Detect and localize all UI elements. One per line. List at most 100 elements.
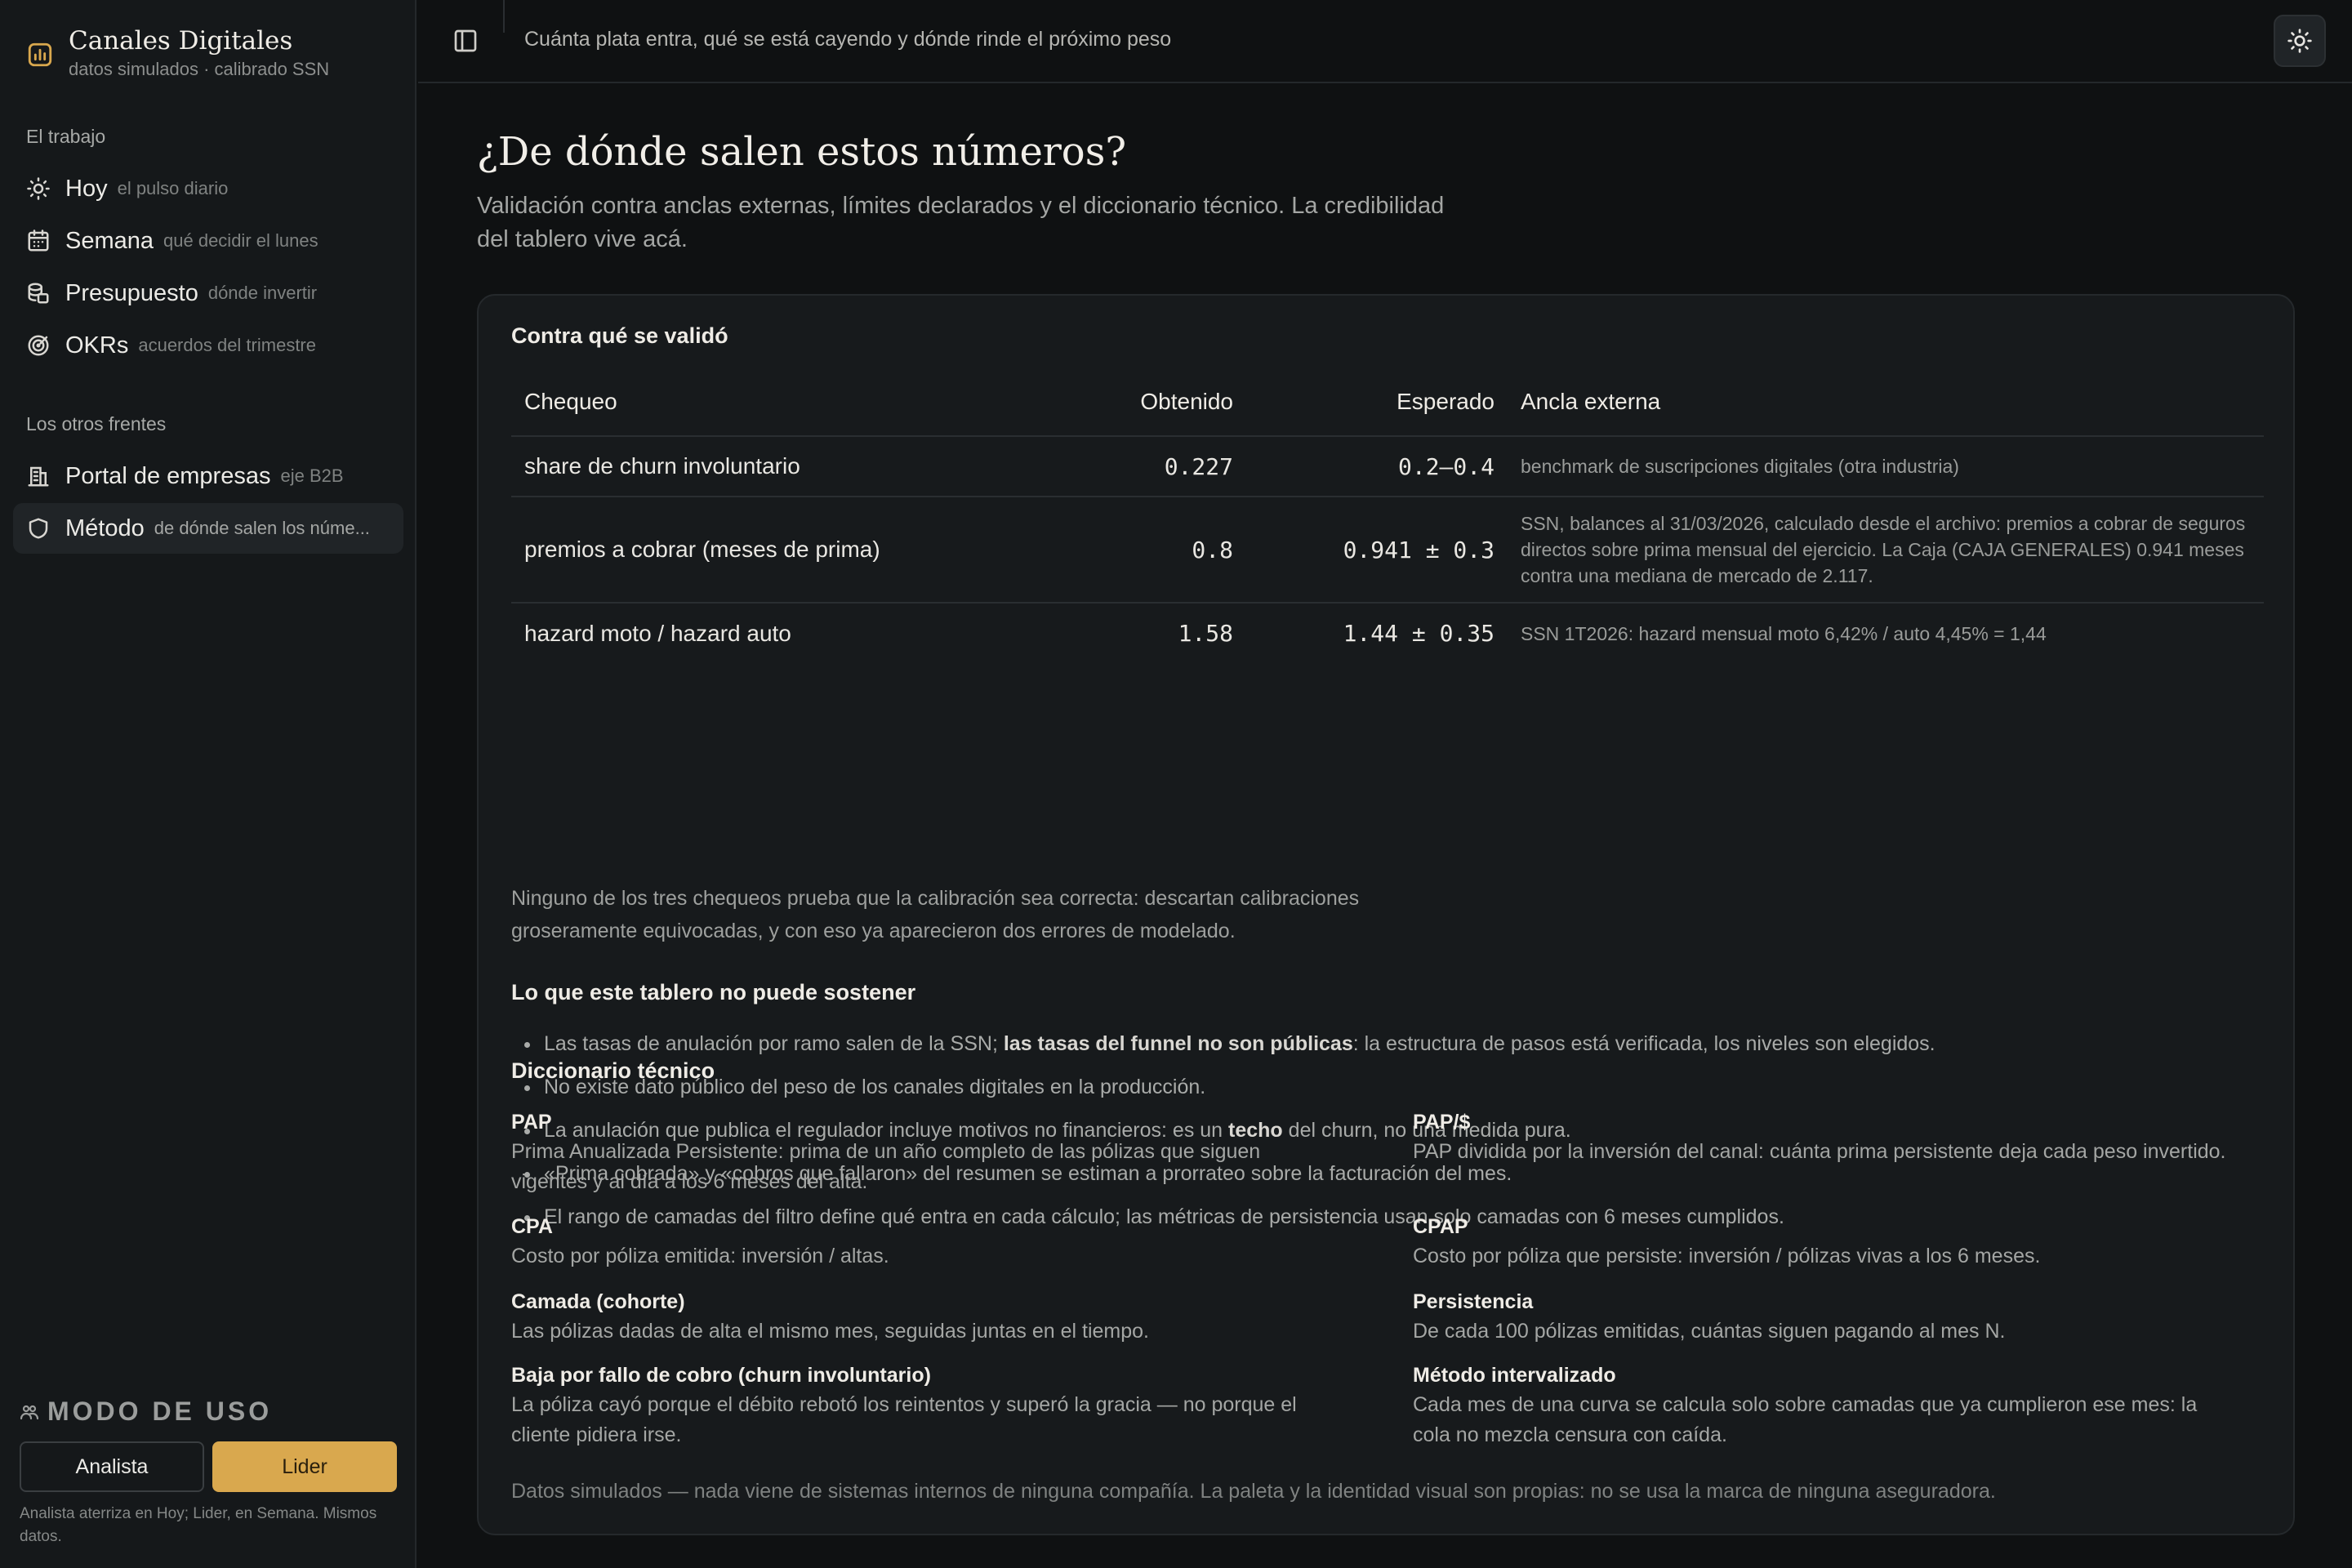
dictionary-term: Baja por fallo de cobro (churn involunta… [511, 1361, 1336, 1450]
check-anchor: SSN, balances al 31/03/2026, calculado d… [1508, 497, 2264, 604]
dictionary-term: PAP/$ PAP dividida por la inversión del … [1413, 1107, 2278, 1167]
term-title: Camada (cohorte) [511, 1290, 685, 1313]
check-expected: 1.44 ± 0.35 [1343, 620, 1494, 647]
list-item: No existe dato público del peso de los c… [511, 1066, 1936, 1109]
check-obtained: 0.8 [1099, 497, 1246, 604]
chart-logo-icon [28, 42, 52, 67]
footer-note: Datos simulados — nada viene de sistemas… [511, 1480, 1996, 1503]
shield-icon [29, 518, 48, 539]
limit-text-end: : la estructura de pasos está verificada… [1352, 1032, 1936, 1055]
sidebar-item-okrs[interactable]: OKRs acuerdos del trimestre [13, 320, 403, 371]
sidebar-item-hint: de dónde salen los núme... [154, 518, 370, 538]
check-expected: 0.2–0.4 [1246, 436, 1508, 497]
sun-icon [2287, 29, 2312, 53]
theme-toggle-button[interactable] [2274, 15, 2326, 67]
col-header-obtained: Obtenido [1099, 368, 1246, 437]
sidebar-item-presupuesto[interactable]: Presupuesto dónde invertir [13, 268, 403, 318]
sidebar-item-label: Presupuesto [65, 279, 198, 306]
section-label-work: El trabajo [26, 126, 106, 147]
topbar-tagline: Cuánta plata entra, qué se está cayendo … [524, 28, 1172, 51]
col-header-check: Chequeo [511, 368, 1099, 437]
sun-icon [27, 177, 50, 200]
app-subtitle: datos simulados · calibrado SSN [69, 59, 330, 79]
sidebar-item-hint: qué decidir el lunes [163, 230, 318, 251]
term-definition: La póliza cayó porque el débito rebotó l… [511, 1393, 1297, 1446]
method-card: Contra qué se validó Chequeo Obtenido Es… [477, 294, 2295, 1535]
term-definition: Las pólizas dadas de alta el mismo mes, … [511, 1320, 1149, 1343]
check-name: premios a cobrar (meses de prima) [511, 497, 1099, 604]
dictionary-term: Método intervalizado Cada mes de una cur… [1413, 1361, 2238, 1450]
mode-title: MODO DE USO [20, 1396, 272, 1427]
app-title: Canales Digitales [69, 26, 293, 56]
term-title: Persistencia [1413, 1290, 1534, 1313]
dictionary-term: CPAP Costo por póliza que persiste: inve… [1413, 1212, 2238, 1272]
dictionary-heading: Diccionario técnico [511, 1058, 715, 1083]
sidebar-item-label: OKRs [65, 332, 129, 359]
term-definition: Costo por póliza que persiste: inversión… [1413, 1245, 2041, 1267]
sidebar-item-hint: el pulso diario [117, 178, 229, 198]
check-anchor: benchmark de suscripciones digitales (ot… [1508, 436, 2264, 497]
dictionary-term: Camada (cohorte) Las pólizas dadas de al… [511, 1287, 1336, 1347]
sidebar-item-hoy[interactable]: Hoy el pulso diario [13, 163, 403, 214]
target-icon [28, 335, 49, 356]
dictionary-term: PAP Prima Anualizada Persistente: prima … [511, 1107, 1336, 1197]
table-row: hazard moto / hazard auto 1.58 1.44 ± 0.… [511, 603, 2264, 663]
sidebar: Canales Digitales datos simulados · cali… [0, 0, 416, 1568]
check-obtained: 0.227 [1099, 436, 1246, 497]
sidebar-item-semana[interactable]: Semana qué decidir el lunes [13, 216, 403, 266]
limit-text: Las tasas de anulación por ramo salen de… [544, 1032, 1004, 1055]
sidebar-item-label: Método [65, 514, 145, 541]
validation-table: Chequeo Obtenido Esperado Ancla externa … [511, 368, 2264, 663]
page-subtitle: Validación contra anclas externas, límit… [477, 193, 1445, 252]
table-row: premios a cobrar (meses de prima) 0.8 0.… [511, 497, 2264, 604]
mode-lider-button[interactable]: Lider [212, 1441, 397, 1492]
coins-icon [28, 283, 49, 304]
validation-note: Ninguno de los tres chequeos prueba que … [511, 887, 1360, 942]
sidebar-item-hint: eje B2B [280, 466, 344, 486]
topbar-divider [503, 0, 505, 33]
sidebar-toggle-icon[interactable] [452, 28, 479, 54]
term-title: Método intervalizado [1413, 1364, 1616, 1387]
term-title: CPAP [1413, 1215, 1468, 1238]
list-item: Las tasas de anulación por ramo salen de… [511, 1022, 1936, 1066]
mode-title-label: MODO DE USO [47, 1396, 273, 1426]
sidebar-item-label: Hoy [65, 175, 108, 202]
sidebar-item-portal[interactable]: Portal de empresas eje B2B [13, 451, 403, 501]
term-definition: De cada 100 pólizas emitidas, cuántas si… [1413, 1320, 2006, 1343]
dictionary-term: CPA Costo por póliza emitida: inversión … [511, 1212, 1336, 1272]
term-title: Baja por fallo de cobro (churn involunta… [511, 1364, 931, 1387]
mode-note: Analista aterriza en Hoy; Lider, en Sema… [20, 1505, 377, 1545]
term-definition: Cada mes de una curva se calcula solo so… [1413, 1393, 2198, 1446]
term-title: PAP [511, 1111, 552, 1134]
term-definition: PAP dividida por la inversión del canal:… [1413, 1140, 2226, 1163]
calendar-icon [28, 229, 49, 252]
limits-heading: Lo que este tablero no puede sostener [511, 980, 916, 1004]
term-title: PAP/$ [1413, 1111, 1471, 1134]
table-row: share de churn involuntario 0.227 0.2–0.… [511, 436, 2264, 497]
table-header-row: Chequeo Obtenido Esperado Ancla externa [511, 368, 2264, 437]
check-obtained: 1.58 [1178, 620, 1233, 647]
sidebar-item-label: Semana [65, 227, 154, 254]
term-title: CPA [511, 1215, 553, 1238]
term-definition: Prima Anualizada Persistente: prima de u… [511, 1140, 1261, 1193]
brand[interactable]: Canales Digitales datos simulados · cali… [26, 24, 329, 80]
limit-emphasis: las tasas del funnel no son públicas [1003, 1032, 1353, 1055]
section-label-other: Los otros frentes [26, 413, 167, 434]
sidebar-item-label: Portal de empresas [65, 462, 271, 489]
check-name: share de churn involuntario [511, 436, 1099, 497]
sidebar-item-metodo[interactable]: Método de dónde salen los núme... [13, 503, 403, 554]
validation-heading: Contra qué se validó [511, 323, 728, 348]
building-icon [28, 466, 49, 487]
check-expected: 0.941 ± 0.3 [1246, 497, 1508, 604]
check-anchor: SSN 1T2026: hazard mensual moto 6,42% / … [1521, 622, 2047, 644]
sidebar-item-hint: dónde invertir [207, 283, 318, 303]
check-name: hazard moto / hazard auto [524, 620, 791, 646]
term-definition: Costo por póliza emitida: inversión / al… [511, 1245, 889, 1267]
col-header-expected: Esperado [1246, 368, 1508, 437]
topbar: Cuánta plata entra, qué se está cayendo … [418, 0, 2352, 83]
mode-analista-button[interactable]: Analista [20, 1441, 204, 1492]
dictionary-term: Persistencia De cada 100 pólizas emitida… [1413, 1287, 2238, 1347]
page-title: ¿De dónde salen estos números? [477, 129, 1127, 175]
sidebar-item-hint: acuerdos del trimestre [138, 335, 316, 355]
col-header-anchor: Ancla externa [1508, 368, 2264, 437]
